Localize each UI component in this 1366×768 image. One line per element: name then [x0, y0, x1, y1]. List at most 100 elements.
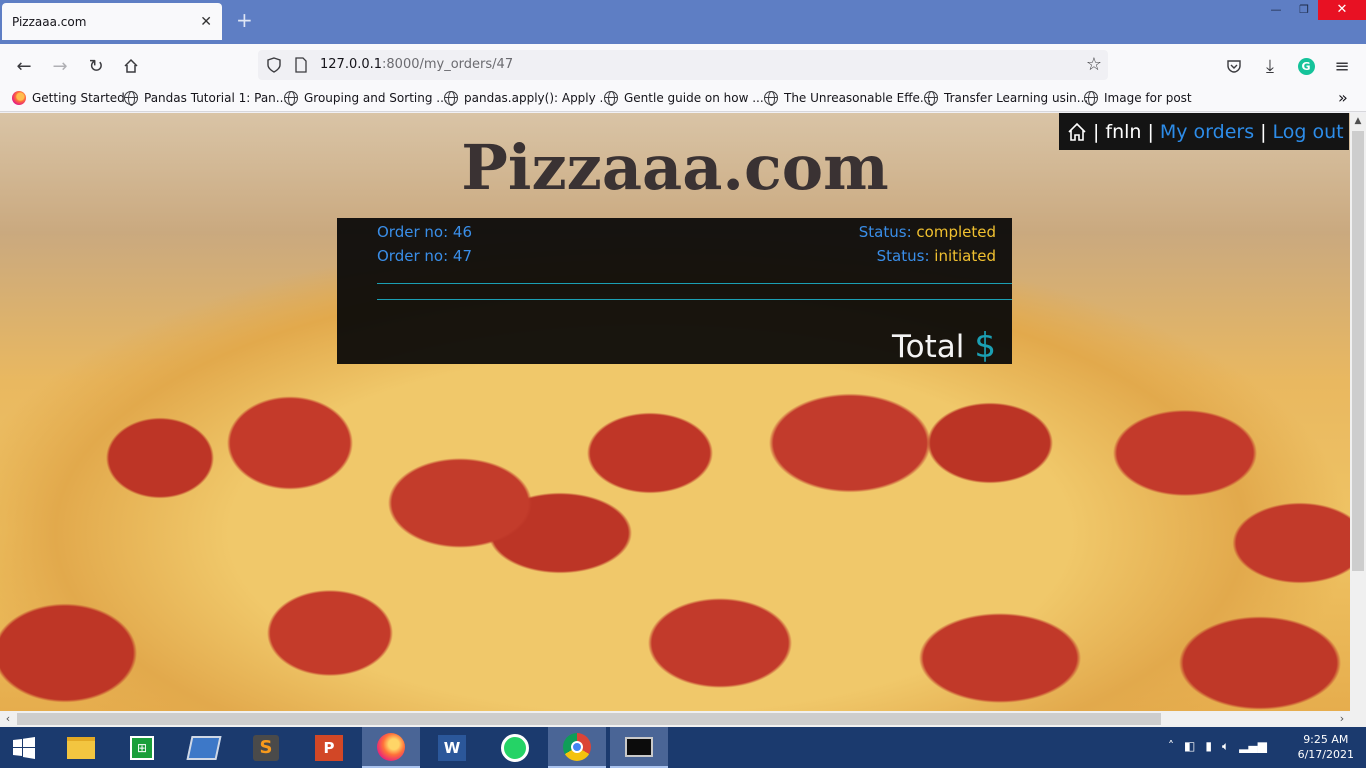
minimize-icon[interactable]: — — [1262, 0, 1290, 20]
scroll-left-icon[interactable]: ‹ — [0, 711, 16, 727]
forward-arrow-icon[interactable]: → — [46, 52, 74, 80]
order-status: Status: initiated — [877, 247, 996, 265]
status-label: Status: — [858, 223, 912, 241]
scroll-right-icon[interactable]: › — [1334, 711, 1350, 727]
order-total: Total $ — [892, 326, 996, 366]
clock-time: 9:25 AM — [1303, 733, 1349, 746]
bookmark-star-icon[interactable]: ☆ — [1086, 54, 1102, 75]
pocket-icon[interactable] — [1220, 52, 1248, 80]
divider — [377, 299, 1012, 300]
page-icon — [295, 57, 307, 73]
bookmark-label: Image for post — [1104, 91, 1192, 105]
tab-strip: Pizzaaa.com ✕ + — ❐ ✕ — [0, 0, 1366, 44]
bookmark-getting-started[interactable]: Getting Started — [12, 91, 125, 105]
globe-icon — [924, 91, 938, 106]
url-host: 127.0.0.1 — [320, 57, 383, 72]
site-nav: | fnln | My orders | Log out — [1059, 113, 1349, 150]
site-title-text: Pizzaaa.com — [461, 131, 889, 204]
order-number[interactable]: Order no: 46 — [377, 223, 472, 241]
back-arrow-icon[interactable]: ← — [10, 52, 38, 80]
status-value: completed — [916, 223, 996, 241]
horizontal-scroll-thumb[interactable] — [17, 713, 1161, 725]
globe-icon — [604, 91, 618, 106]
firefox-icon — [12, 91, 26, 105]
tracking-shield-icon[interactable] — [266, 57, 282, 73]
bookmark-label: Getting Started — [32, 91, 125, 105]
nav-logout-link[interactable]: Log out — [1273, 121, 1344, 143]
reload-icon[interactable]: ↻ — [82, 52, 110, 80]
orders-panel: Order no: 46 Status: completed Order no:… — [337, 218, 1012, 366]
scroll-up-icon[interactable]: ▲ — [1350, 113, 1366, 129]
bookmark-item[interactable]: Grouping and Sorting ... — [284, 91, 448, 106]
file-explorer-icon[interactable] — [57, 727, 105, 768]
horizontal-scrollbar[interactable]: ‹ › — [0, 711, 1366, 727]
site-home-icon[interactable] — [1067, 122, 1087, 142]
volume-icon[interactable]: 🔈︎ — [1222, 739, 1229, 754]
order-row[interactable]: Order no: 47 Status: initiated — [377, 247, 996, 269]
vertical-scrollbar[interactable]: ▲ — [1350, 113, 1366, 711]
bookmark-item[interactable]: The Unreasonable Effe... — [764, 91, 931, 106]
divider — [377, 283, 1012, 284]
powerpoint-icon[interactable]: P — [305, 727, 353, 768]
tray-overflow-icon[interactable]: ˄ — [1168, 739, 1174, 754]
sublime-text-icon[interactable]: S — [242, 727, 290, 768]
url-text[interactable]: 127.0.0.1:8000/my_orders/47 — [320, 57, 513, 72]
nav-separator: | — [1093, 120, 1100, 143]
total-currency: $ — [974, 326, 996, 366]
total-label: Total — [891, 329, 965, 365]
tab-title: Pizzaaa.com — [12, 14, 87, 29]
bookmark-item[interactable]: Gentle guide on how ... — [604, 91, 764, 106]
address-bar[interactable]: 127.0.0.1:8000/my_orders/47 ☆ — [258, 50, 1108, 80]
globe-icon — [764, 91, 778, 106]
bookmark-item[interactable]: pandas.apply(): Apply ... — [444, 91, 611, 106]
system-tray: ˄ ◧ ▮ 🔈︎ ▂▄▆ — [1168, 739, 1267, 754]
navigation-toolbar: ← → ↻ 127.0.0.1:8000/my_orders/47 ☆ ⤓ G … — [0, 44, 1366, 86]
nav-my-orders-link[interactable]: My orders — [1160, 121, 1254, 143]
downloads-icon[interactable]: ⤓ — [1256, 52, 1284, 80]
new-tab-icon[interactable]: + — [236, 10, 253, 30]
order-number[interactable]: Order no: 47 — [377, 247, 472, 265]
chrome-icon[interactable] — [548, 727, 606, 768]
globe-icon — [444, 91, 458, 106]
bookmark-label: Pandas Tutorial 1: Pan... — [144, 91, 288, 105]
tab-close-icon[interactable]: ✕ — [200, 14, 212, 30]
word-icon[interactable]: W — [428, 727, 476, 768]
window-close-icon[interactable]: ✕ — [1318, 0, 1366, 20]
firefox-taskbar-icon[interactable] — [362, 727, 420, 768]
status-value: initiated — [934, 247, 996, 265]
nav-separator: | — [1147, 120, 1154, 143]
nav-username: fnln — [1105, 120, 1142, 143]
media-app-icon[interactable] — [180, 727, 228, 768]
maximize-icon[interactable]: ❐ — [1290, 0, 1318, 20]
order-status: Status: completed — [859, 223, 996, 241]
page-background: Pizzaaa.com | fnln | My orders | Log out… — [0, 113, 1350, 711]
start-button[interactable] — [0, 727, 48, 768]
menu-icon[interactable]: ≡ — [1328, 52, 1356, 80]
battery-icon[interactable]: ▮ — [1205, 739, 1212, 754]
window-controls: — ❐ ✕ — [1262, 0, 1366, 20]
vertical-scroll-thumb[interactable] — [1352, 131, 1364, 571]
bookmarks-overflow-icon[interactable]: » — [1338, 88, 1348, 107]
terminal-icon[interactable] — [610, 727, 668, 768]
order-row[interactable]: Order no: 46 Status: completed — [377, 223, 996, 245]
globe-icon — [124, 91, 138, 106]
home-icon[interactable] — [117, 52, 145, 80]
nav-separator: | — [1260, 120, 1267, 143]
whatsapp-icon[interactable] — [491, 727, 539, 768]
grammarly-icon[interactable]: G — [1292, 52, 1320, 80]
bookmark-item[interactable]: Image for post — [1084, 91, 1192, 106]
bookmark-label: Grouping and Sorting ... — [304, 91, 448, 105]
url-path: :8000/my_orders/47 — [382, 57, 514, 72]
bookmark-item[interactable]: Transfer Learning usin... — [924, 91, 1089, 106]
clock[interactable]: 9:25 AM 6/17/2021 — [1298, 732, 1354, 762]
store-icon[interactable]: ⊞ — [118, 727, 166, 768]
bookmark-item[interactable]: Pandas Tutorial 1: Pan... — [124, 91, 288, 106]
globe-icon — [284, 91, 298, 106]
tab-pizzaaa[interactable]: Pizzaaa.com ✕ — [2, 3, 222, 40]
bookmark-label: Transfer Learning usin... — [944, 91, 1089, 105]
taskbar: ⊞ S P W ˄ ◧ ▮ 🔈︎ ▂▄▆ 9:25 AM 6/17/2021 — [0, 727, 1366, 768]
bookmarks-toolbar: Getting Started Pandas Tutorial 1: Pan..… — [0, 86, 1366, 112]
notification-icon[interactable]: ◧ — [1184, 739, 1195, 754]
network-icon[interactable]: ▂▄▆ — [1239, 739, 1267, 754]
bookmark-label: Gentle guide on how ... — [624, 91, 764, 105]
